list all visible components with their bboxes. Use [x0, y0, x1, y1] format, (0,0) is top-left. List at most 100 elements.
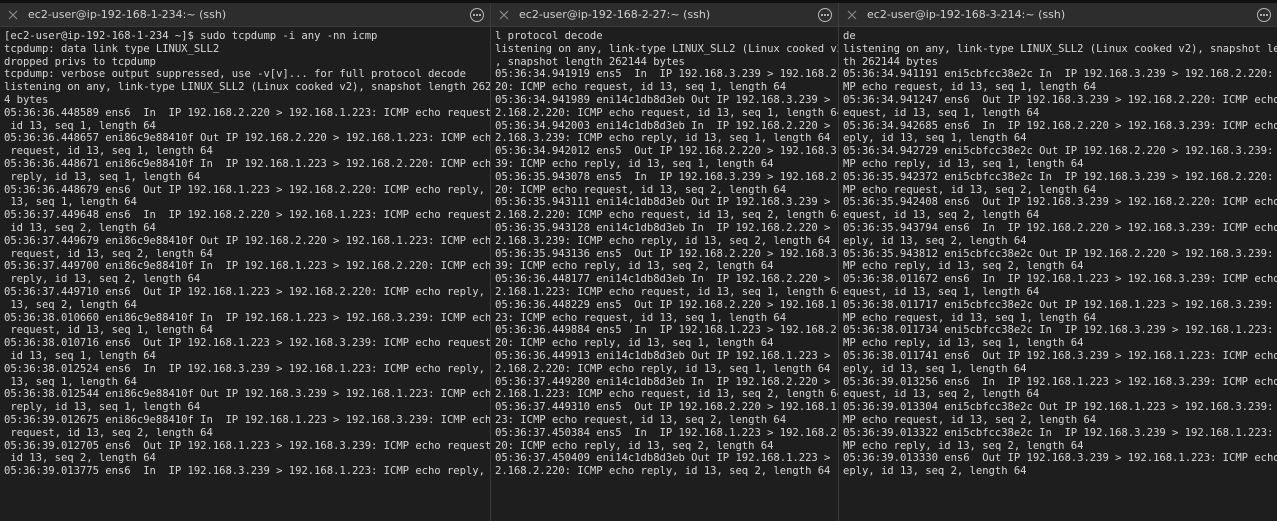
terminal-line: id 13, seq 2, length 64 [4, 221, 156, 234]
tab-title: ec2-user@ip-192-168-3-214:~ (ssh) [867, 8, 1066, 21]
terminal-line: eply, id 13, seq 2, length 64 [843, 465, 1027, 478]
terminal-line: 05:36:37.450384 ens5 In IP 192.168.1.223… [495, 426, 838, 439]
terminal-line: 05:36:35.942372 eni5cbfcc38e2c In IP 192… [843, 170, 1277, 183]
terminal-line: request, id 13, seq 1, length 64 [4, 145, 213, 158]
terminal-line: 05:36:39.013330 ens6 Out IP 192.168.3.23… [843, 452, 1277, 465]
terminal-line: 05:36:39.013304 eni5cbfcc38e2c Out IP 19… [843, 401, 1277, 414]
terminal-line: equest, id 13, seq 1, length 64 [843, 285, 1040, 298]
terminal-line: dropped privs to tcpdump [4, 55, 156, 68]
terminal-split-view: ec2-user@ip-192-168-1-234:~ (ssh) [ec2-u… [0, 3, 1277, 521]
terminal-line: tcpdump: data link type LINUX_SLL2 [4, 42, 220, 55]
terminal-line: 05:36:37.449310 ens5 Out IP 192.168.2.22… [495, 401, 838, 414]
terminal-line: 05:36:34.942003 eni14c1db8d3eb In IP 192… [495, 119, 838, 132]
terminal-line: 05:36:34.942012 ens5 Out IP 192.168.2.22… [495, 145, 838, 158]
terminal-pane-3[interactable]: ec2-user@ip-192-168-3-214:~ (ssh) de list… [839, 3, 1277, 521]
terminal-line: 05:36:34.941919 ens5 In IP 192.168.3.239… [495, 68, 838, 81]
terminal-tab-2[interactable]: ec2-user@ip-192-168-2-27:~ (ssh) [491, 3, 838, 27]
terminal-line: 05:36:35.943078 ens5 In IP 192.168.3.239… [495, 170, 838, 183]
more-options-icon[interactable] [1257, 7, 1271, 22]
terminal-line: MP echo reply, id 13, seq 1, length 64 [843, 157, 1084, 170]
terminal-line: listening on any, link-type LINUX_SLL2 (… [843, 42, 1277, 55]
terminal-line: 05:36:34.941247 ens6 Out IP 192.168.3.23… [843, 93, 1277, 106]
terminal-line: 39: ICMP echo reply, id 13, seq 1, lengt… [495, 157, 774, 170]
terminal-line: MP echo request, id 13, seq 1, length 64 [843, 311, 1097, 324]
terminal-line: 13, seq 1, length 64 [4, 196, 137, 209]
terminal-pane-2[interactable]: ec2-user@ip-192-168-2-27:~ (ssh) l proto… [491, 3, 839, 521]
terminal-tab-1[interactable]: ec2-user@ip-192-168-1-234:~ (ssh) [0, 3, 490, 27]
terminal-line: tcpdump: verbose output suppressed, use … [4, 68, 466, 81]
terminal-line: 05:36:35.943136 ens5 Out IP 192.168.2.22… [495, 247, 838, 260]
terminal-line: MP echo reply, id 13, seq 2, length 64 [843, 439, 1084, 452]
terminal-line: 2.168.2.220: ICMP echo reply, id 13, seq… [495, 465, 831, 478]
terminal-line: 05:36:34.941989 eni14c1db8d3eb Out IP 19… [495, 93, 838, 106]
close-icon[interactable] [497, 8, 511, 22]
terminal-line: 2.168.2.220: ICMP echo request, id 13, s… [495, 106, 838, 119]
terminal-line: 05:36:36.449884 ens5 In IP 192.168.1.223… [495, 324, 838, 337]
terminal-line: eply, id 13, seq 1, length 64 [843, 362, 1027, 375]
terminal-line: de [843, 30, 856, 42]
terminal-line: 05:36:37.449710 ens6 Out IP 192.168.1.22… [4, 285, 490, 298]
terminal-line: 05:36:39.013775 ens6 In IP 192.168.3.239… [4, 465, 490, 478]
terminal-line: request, id 13, seq 2, length 64 [4, 426, 213, 439]
terminal-line: 05:36:39.012675 eni86c9e88410f In IP 192… [4, 413, 490, 426]
terminal-line: , snapshot length 262144 bytes [495, 55, 685, 68]
terminal-line: 20: ICMP echo request, id 13, seq 1, len… [495, 81, 787, 94]
terminal-line: 2.168.1.223: ICMP echo request, id 13, s… [495, 388, 838, 401]
terminal-line: 05:36:38.012524 ens6 In IP 192.168.3.239… [4, 362, 490, 375]
terminal-line: equest, id 13, seq 2, length 64 [843, 209, 1040, 222]
terminal-line: 4 bytes [4, 93, 49, 106]
terminal-line: 2.168.2.220: ICMP echo request, id 13, s… [495, 209, 838, 222]
terminal-line: id 13, seq 1, length 64 [4, 349, 156, 362]
terminal-line: 20: ICMP echo reply, id 13, seq 1, lengt… [495, 337, 774, 350]
terminal-line: 05:36:37.449700 eni86c9e88410f In IP 192… [4, 260, 490, 273]
terminal-line: 2.168.2.220: ICMP echo reply, id 13, seq… [495, 362, 831, 375]
terminal-line: 05:36:39.013256 ens6 In IP 192.168.1.223… [843, 375, 1277, 388]
terminal-line: 05:36:36.449913 eni14c1db8d3eb Out IP 19… [495, 349, 838, 362]
terminal-line: request, id 13, seq 1, length 64 [4, 324, 213, 337]
terminal-line: 05:36:38.010660 eni86c9e88410f In IP 192… [4, 311, 490, 324]
close-icon[interactable] [6, 8, 20, 22]
terminal-line: 05:36:35.943812 eni5cbfcc38e2c Out IP 19… [843, 247, 1277, 260]
terminal-line: 05:36:36.448679 ens6 Out IP 192.168.1.22… [4, 183, 490, 196]
terminal-line: 05:36:35.943111 eni14c1db8d3eb Out IP 19… [495, 196, 838, 209]
terminal-line: reply, id 13, seq 2, length 64 [4, 273, 201, 286]
close-icon[interactable] [845, 8, 859, 22]
terminal-line: MP echo reply, id 13, seq 2, length 64 [843, 260, 1084, 273]
terminal-line: 05:36:36.448657 eni86c9e88410f Out IP 19… [4, 132, 490, 145]
terminal-line: 05:36:38.011734 eni5cbfcc38e2c In IP 192… [843, 324, 1277, 337]
terminal-line: equest, id 13, seq 2, length 64 [843, 388, 1040, 401]
terminal-line: 05:36:36.448671 eni86c9e88410f In IP 192… [4, 157, 490, 170]
terminal-output[interactable]: l protocol decode listening on any, link-… [491, 27, 838, 521]
terminal-line: 2.168.3.239: ICMP echo reply, id 13, seq… [495, 234, 831, 247]
terminal-line: reply, id 13, seq 1, length 64 [4, 401, 201, 414]
terminal-line: 05:36:35.943794 ens6 In IP 192.168.2.220… [843, 221, 1277, 234]
terminal-line: eply, id 13, seq 1, length 64 [843, 132, 1027, 145]
terminal-line: 23: ICMP echo request, id 13, seq 2, len… [495, 413, 787, 426]
terminal-line: 05:36:38.010716 ens6 Out IP 192.168.1.22… [4, 337, 490, 350]
terminal-line: eply, id 13, seq 2, length 64 [843, 234, 1027, 247]
terminal-line: 05:36:35.943128 eni14c1db8d3eb In IP 192… [495, 221, 838, 234]
terminal-line: 05:36:36.448229 ens5 Out IP 192.168.2.22… [495, 298, 838, 311]
terminal-line: 13, seq 2, length 64 [4, 298, 137, 311]
terminal-line: 05:36:38.012544 eni86c9e88410f Out IP 19… [4, 388, 490, 401]
terminal-tab-3[interactable]: ec2-user@ip-192-168-3-214:~ (ssh) [839, 3, 1277, 27]
terminal-line: l protocol decode [495, 30, 603, 42]
terminal-pane-1[interactable]: ec2-user@ip-192-168-1-234:~ (ssh) [ec2-u… [0, 3, 491, 521]
terminal-line: id 13, seq 2, length 64 [4, 452, 156, 465]
terminal-line: 23: ICMP echo request, id 13, seq 1, len… [495, 311, 787, 324]
terminal-line: 05:36:36.448589 ens6 In IP 192.168.2.220… [4, 106, 490, 119]
terminal-line: listening on any, link-type LINUX_SLL2 (… [495, 42, 838, 55]
terminal-output[interactable]: de listening on any, link-type LINUX_SLL2… [839, 27, 1277, 521]
terminal-output[interactable]: [ec2-user@ip-192-168-1-234 ~]$ sudo tcpd… [0, 27, 490, 521]
terminal-line: reply, id 13, seq 1, length 64 [4, 170, 201, 183]
terminal-line: 05:36:38.011672 ens6 In IP 192.168.1.223… [843, 273, 1277, 286]
terminal-line: 05:36:38.011741 ens6 Out IP 192.168.3.23… [843, 349, 1277, 362]
more-options-icon[interactable] [818, 7, 832, 22]
terminal-line: 20: ICMP echo reply, id 13, seq 2, lengt… [495, 439, 774, 452]
terminal-line: 05:36:34.941191 eni5cbfcc38e2c In IP 192… [843, 68, 1277, 81]
more-options-icon[interactable] [470, 7, 484, 22]
terminal-line: th 262144 bytes [843, 55, 938, 68]
terminal-line: 39: ICMP echo reply, id 13, seq 2, lengt… [495, 260, 774, 273]
terminal-line: 05:36:39.012705 ens6 Out IP 192.168.1.22… [4, 439, 490, 452]
terminal-line: 05:36:34.942729 eni5cbfcc38e2c Out IP 19… [843, 145, 1277, 158]
